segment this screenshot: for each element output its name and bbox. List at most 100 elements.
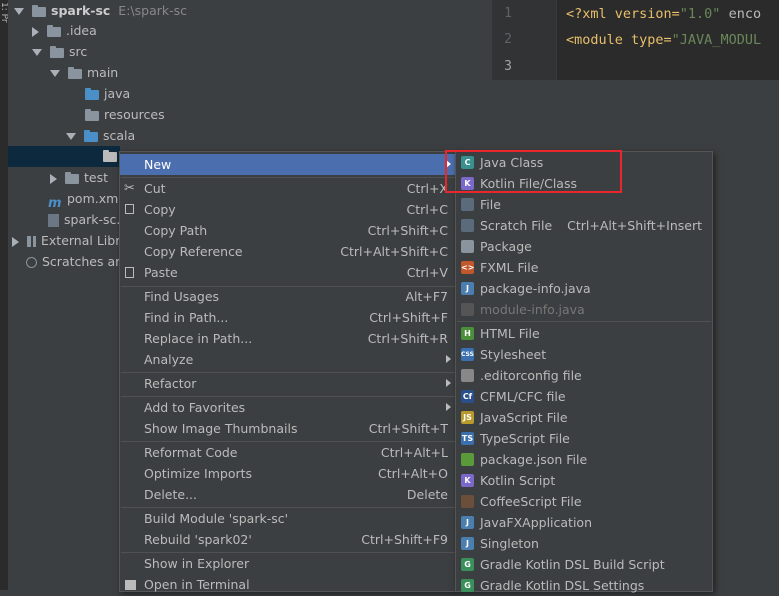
menu-item-optimize-imports[interactable]: Optimize Imports Ctrl+Alt+O xyxy=(120,463,456,484)
menu-item-analyze[interactable]: Analyze xyxy=(120,349,456,370)
submenu-item-file[interactable]: File xyxy=(456,194,712,215)
tree-item-label: main xyxy=(87,65,119,80)
source-folder-icon xyxy=(85,87,99,100)
expand-arrow-icon[interactable] xyxy=(50,173,57,184)
menu-item-label: Rebuild 'spark02' xyxy=(144,532,252,547)
tree-item-idea[interactable]: .idea xyxy=(32,20,97,41)
submenu-item-cfml-cfc-file[interactable]: Cf CFML/CFC file xyxy=(456,386,712,407)
root-path: E:\spark-sc xyxy=(118,3,187,18)
tree-item-scala[interactable]: scala xyxy=(66,125,135,146)
tree-item-scratches[interactable]: Scratches ar xyxy=(26,251,120,272)
submenu-item-label: CFML/CFC file xyxy=(480,389,566,404)
expand-arrow-icon[interactable] xyxy=(12,236,19,247)
submenu-item-html-file[interactable]: H HTML File xyxy=(456,323,712,344)
annotation-highlight-box xyxy=(445,150,622,193)
menu-item-reformat-code[interactable]: Reformat Code Ctrl+Alt+L xyxy=(120,442,456,463)
submenu-item-javafxapplication[interactable]: J JavaFXApplication xyxy=(456,512,712,533)
menu-item-copy-reference[interactable]: Copy Reference Ctrl+Alt+Shift+C xyxy=(120,241,456,262)
maven-icon: m xyxy=(48,195,62,211)
submenu-item-editorconfig-file[interactable]: .editorconfig file xyxy=(456,365,712,386)
tree-item-test[interactable]: test xyxy=(50,167,108,188)
menu-shortcut: Ctrl+Shift+F xyxy=(369,310,448,325)
root-name: spark-sc xyxy=(51,3,111,18)
menu-item-refactor[interactable]: Refactor xyxy=(120,373,456,394)
editor-pane[interactable]: 1 2 3 <?xml version="1.0" enco <module t… xyxy=(492,0,779,80)
submenu-item-label: package.json File xyxy=(480,452,588,467)
coffeescript-icon xyxy=(461,495,474,508)
tree-item-label: spark-sc. xyxy=(64,212,121,227)
tree-item-label: src xyxy=(69,44,88,59)
tree-root[interactable]: spark-sc E:\spark-sc xyxy=(14,0,187,21)
cut-icon: ✂ xyxy=(124,181,135,196)
menu-item-copy-path[interactable]: Copy Path Ctrl+Shift+C xyxy=(120,220,456,241)
menu-item-paste[interactable]: Paste Ctrl+V xyxy=(120,262,456,283)
selected-tree-row[interactable] xyxy=(8,146,120,167)
collapse-arrow-icon[interactable] xyxy=(50,70,60,77)
javascript-icon: JS xyxy=(461,411,474,424)
tree-item-pom[interactable]: m pom.xml xyxy=(48,188,122,211)
menu-item-new[interactable]: New xyxy=(120,154,456,175)
menu-item-delete[interactable]: Delete... Delete xyxy=(120,484,456,505)
project-tool-label[interactable]: 1: Pr xyxy=(0,2,9,23)
collapse-arrow-icon[interactable] xyxy=(14,8,24,15)
tree-item-resources[interactable]: resources xyxy=(85,104,165,125)
submenu-item-kotlin-script[interactable]: K Kotlin Script xyxy=(456,470,712,491)
submenu-item-package-json-file[interactable]: package.json File xyxy=(456,449,712,470)
cfml-icon: Cf xyxy=(461,390,474,403)
context-menu: New ✂ Cut Ctrl+X Copy Ctrl+C Copy Path Ctrl+… xyxy=(119,151,457,592)
menu-item-rebuild[interactable]: Rebuild 'spark02' Ctrl+Shift+F9 xyxy=(120,529,456,550)
submenu-item-singleton[interactable]: J Singleton xyxy=(456,533,712,554)
xml-decl-tag: <?xml version= xyxy=(566,6,680,22)
module-file-icon xyxy=(48,214,59,227)
tree-item-label: Scratches ar xyxy=(42,254,121,269)
collapse-arrow-icon[interactable] xyxy=(32,49,42,56)
menu-shortcut: Ctrl+Alt+L xyxy=(380,445,448,460)
menu-separator xyxy=(457,321,711,322)
tree-item-label: scala xyxy=(103,128,136,143)
menu-item-replace-in-path[interactable]: Replace in Path... Ctrl+Shift+R xyxy=(120,328,456,349)
module-tag: <module type= xyxy=(566,32,672,48)
submenu-item-module-info-java: module-info.java xyxy=(456,299,712,320)
submenu-item-gradle-kotlin-dsl-build-script[interactable]: G Gradle Kotlin DSL Build Script xyxy=(456,554,712,575)
folder-icon xyxy=(32,4,46,17)
tree-item-external-libraries[interactable]: External Libr xyxy=(12,230,120,251)
submenu-item-fxml-file[interactable]: <> FXML File xyxy=(456,257,712,278)
module-info-icon xyxy=(461,303,474,316)
collapse-arrow-icon[interactable] xyxy=(66,133,76,140)
package-json-icon xyxy=(461,453,474,466)
tree-item-java[interactable]: java xyxy=(85,83,130,104)
submenu-item-coffeescript-file[interactable]: CoffeeScript File xyxy=(456,491,712,512)
menu-item-label: Find in Path... xyxy=(144,310,229,325)
tree-item-main[interactable]: main xyxy=(50,62,118,83)
menu-item-label: Replace in Path... xyxy=(144,331,253,346)
submenu-item-stylesheet[interactable]: CSS Stylesheet xyxy=(456,344,712,365)
menu-item-cut[interactable]: ✂ Cut Ctrl+X xyxy=(120,178,456,199)
menu-item-copy[interactable]: Copy Ctrl+C xyxy=(120,199,456,220)
expand-arrow-icon[interactable] xyxy=(32,26,39,37)
submenu-item-package-info-java[interactable]: Jpackage-info.java xyxy=(456,278,712,299)
tree-item-src[interactable]: src xyxy=(32,41,87,62)
menu-item-show-in-explorer[interactable]: Show in Explorer xyxy=(120,553,456,574)
tree-item-iml[interactable]: spark-sc. xyxy=(48,209,120,230)
submenu-item-javascript-file[interactable]: JS JavaScript File xyxy=(456,407,712,428)
package-icon xyxy=(461,240,474,253)
project-tool-strip[interactable]: 1: Pr xyxy=(0,0,9,590)
menu-item-show-image-thumbnails[interactable]: Show Image Thumbnails Ctrl+Shift+T xyxy=(120,418,456,439)
menu-item-add-to-favorites[interactable]: Add to Favorites xyxy=(120,397,456,418)
copy-icon xyxy=(125,204,134,214)
code-line-1[interactable]: <?xml version="1.0" enco xyxy=(566,6,761,22)
editor-margin xyxy=(556,0,557,80)
code-line-2[interactable]: <module type="JAVA_MODUL xyxy=(566,32,761,48)
submenu-item-package[interactable]: Package xyxy=(456,236,712,257)
menu-item-find-usages[interactable]: Find Usages Alt+F7 xyxy=(120,286,456,307)
submenu-item-gradle-kotlin-dsl-settings[interactable]: G Gradle Kotlin DSL Settings xyxy=(456,575,712,596)
submenu-item-label: JavaScript File xyxy=(480,410,568,425)
menu-item-build-module[interactable]: Build Module 'spark-sc' xyxy=(120,508,456,529)
submenu-item-scratch-file[interactable]: Scratch File Ctrl+Alt+Shift+Insert xyxy=(456,215,712,236)
package-info-icon: J xyxy=(461,282,474,295)
tree-item-label: .idea xyxy=(66,23,97,38)
menu-item-find-in-path[interactable]: Find in Path... Ctrl+Shift+F xyxy=(120,307,456,328)
menu-item-open-in-terminal[interactable]: Open in Terminal xyxy=(120,574,456,595)
submenu-item-typescript-file[interactable]: TS TypeScript File xyxy=(456,428,712,449)
menu-item-label: Build Module 'spark-sc' xyxy=(144,511,289,526)
